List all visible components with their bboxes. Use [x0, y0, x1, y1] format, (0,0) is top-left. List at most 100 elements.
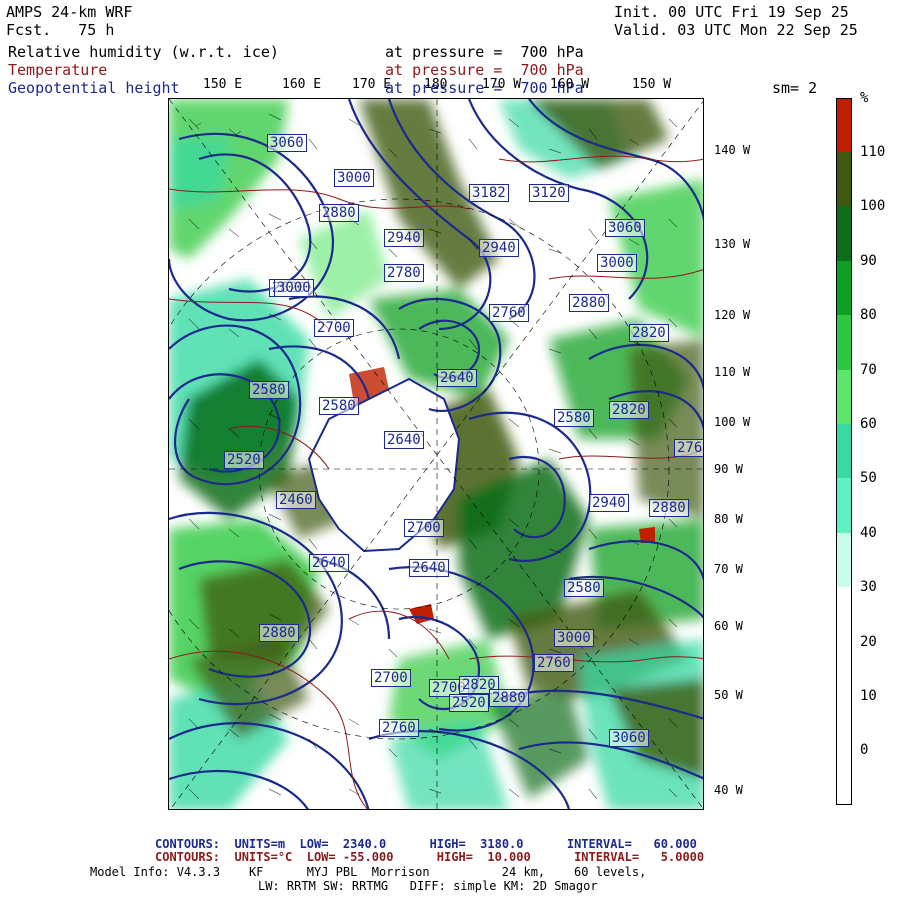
- height-contour-label: 2520: [449, 694, 489, 712]
- height-contour-label: 3060: [605, 219, 645, 237]
- height-contour-label: 2940: [589, 494, 629, 512]
- height-contour-label: 2760: [489, 304, 529, 322]
- lat-label: 50 W: [714, 688, 743, 702]
- height-contour-label: 2880: [259, 624, 299, 642]
- colorbar-segment: [836, 532, 852, 588]
- height-contour-label: 2760: [534, 654, 574, 672]
- colorbar-label: 90: [860, 252, 877, 269]
- height-contour-label: 2820: [629, 324, 669, 342]
- lat-label: 100 W: [714, 415, 751, 429]
- colorbar-segment: [836, 587, 852, 642]
- colorbar-label: 0: [860, 742, 869, 759]
- height-contour-label: 2580: [564, 579, 604, 597]
- lon-label: 150 W: [632, 77, 672, 92]
- height-contour-label: 3000: [554, 629, 594, 647]
- init-time: Init. 00 UTC Fri 19 Sep 25: [614, 3, 849, 21]
- lat-label: 80 W: [714, 512, 743, 526]
- c2-low: LOW= -55.000: [306, 850, 394, 864]
- colorbar-label: 20: [860, 633, 877, 650]
- height-contour-label: 2520: [224, 451, 264, 469]
- lat-label: 90 W: [714, 462, 743, 476]
- colorbar-segment: [836, 424, 852, 479]
- colorbar-label: 40: [860, 524, 877, 541]
- colorbar-segment: [836, 750, 852, 805]
- colorbar-segment: [836, 696, 852, 751]
- fcst-value: 75 h: [78, 21, 115, 39]
- height-contour-label: 2760: [379, 719, 419, 737]
- colorbar-label: 10: [860, 688, 877, 704]
- c1-units: UNITS=m: [234, 837, 286, 851]
- height-contour-label: 3000: [334, 169, 374, 187]
- height-contour-label: 2820: [609, 401, 649, 419]
- forecast-label: Fcst. 75 h: [6, 22, 114, 38]
- fcst-label: Fcst.: [6, 21, 52, 39]
- height-contour-label: 2640: [437, 369, 477, 387]
- colorbar-segment: [836, 641, 852, 696]
- lat-label: 40 W: [714, 783, 743, 797]
- colorbar-segment: [836, 369, 852, 424]
- lat-label: 130 W: [714, 237, 751, 251]
- height-contour-label: 3000: [274, 279, 314, 297]
- c1-high: HIGH= 3180.0: [429, 837, 524, 851]
- colorbar-segment: [836, 260, 852, 316]
- c1-low: LOW= 2340.0: [299, 837, 387, 851]
- height-contour-label: 2940: [479, 239, 519, 257]
- colorbar-unit: %: [860, 90, 869, 106]
- field-temp-level: at pressure = 700 hPa: [385, 61, 584, 79]
- height-contour-label: 2460: [276, 491, 316, 509]
- height-contour-label: 2700: [404, 519, 444, 537]
- c2-high: HIGH= 10.000: [436, 850, 531, 864]
- c2-units: UNITS=°C: [234, 850, 293, 864]
- lon-label: 150 E: [203, 77, 243, 92]
- lat-label: 140 W: [714, 143, 751, 157]
- height-contour-label: 2760: [674, 439, 703, 457]
- field-height-name: Geopotential height: [8, 79, 180, 97]
- colorbar-label: 110: [860, 144, 886, 160]
- height-contour-label: 2880: [319, 204, 359, 222]
- footer-temp-contours: CONTOURS: UNITS=°C LOW= -55.000 HIGH= 10…: [155, 851, 704, 864]
- field-rh-name: Relative humidity (w.r.t. ice): [8, 43, 279, 61]
- height-contour-label: 2700: [314, 319, 354, 337]
- colorbar-label: 60: [860, 416, 877, 432]
- height-contour-label: 2880: [569, 294, 609, 312]
- c2-label: CONTOURS:: [155, 850, 221, 864]
- valid-time: Valid. 03 UTC Mon 22 Sep 25: [614, 21, 858, 39]
- lon-label: 180: [424, 77, 448, 92]
- height-contour-label: 2640: [409, 559, 449, 577]
- field-rh-level: at pressure = 700 hPa: [385, 43, 584, 61]
- colorbar-segment: [836, 152, 852, 207]
- height-contour-label: 2880: [649, 499, 689, 517]
- height-contour-label: 2940: [384, 229, 424, 247]
- smoothing-label: sm= 2: [772, 79, 818, 97]
- height-contour-label: 2640: [384, 431, 424, 449]
- lon-label: 160 E: [282, 77, 322, 92]
- lat-label: 110 W: [714, 365, 751, 379]
- height-contour-label: 2580: [249, 381, 289, 399]
- lat-label: 60 W: [714, 619, 743, 633]
- colorbar-segment: [836, 315, 852, 370]
- colorbar-label: 80: [860, 307, 877, 324]
- height-contour-label: 3060: [609, 729, 649, 747]
- height-contour-label: 3120: [529, 184, 569, 202]
- c1-label: CONTOURS:: [155, 837, 221, 851]
- lat-label: 70 W: [714, 562, 743, 576]
- colorbar-label: 50: [860, 470, 877, 487]
- colorbar-label: 30: [860, 579, 877, 596]
- height-contour-label: 2580: [319, 397, 359, 415]
- height-contour-label: 2880: [489, 689, 529, 707]
- lat-label: 120 W: [714, 308, 751, 322]
- height-contour-label: 3182: [469, 184, 509, 202]
- model-info-line2: LW: RRTM SW: RRTMG DIFF: simple KM: 2D S…: [258, 879, 598, 893]
- model-info-line1: Model Info: V4.3.3 KF MYJ PBL Morrison 2…: [90, 865, 647, 879]
- lon-label: 170 E: [352, 77, 392, 92]
- height-contour-label: 3060: [267, 134, 307, 152]
- height-contour-label: 2780: [384, 264, 424, 282]
- map-panel: 3060 3000 2880 2940 2820 3182 3120 3060 3000 2780…: [168, 98, 704, 810]
- height-contour-label: 3000: [597, 254, 637, 272]
- colorbar-segment: [836, 98, 852, 152]
- height-contour-label: 2700: [371, 669, 411, 687]
- colorbar-label: 100: [860, 198, 886, 215]
- colorbar-label: 70: [860, 361, 877, 378]
- c1-int: INTERVAL= 60.000: [566, 837, 697, 851]
- height-contour-label: 2580: [554, 409, 594, 427]
